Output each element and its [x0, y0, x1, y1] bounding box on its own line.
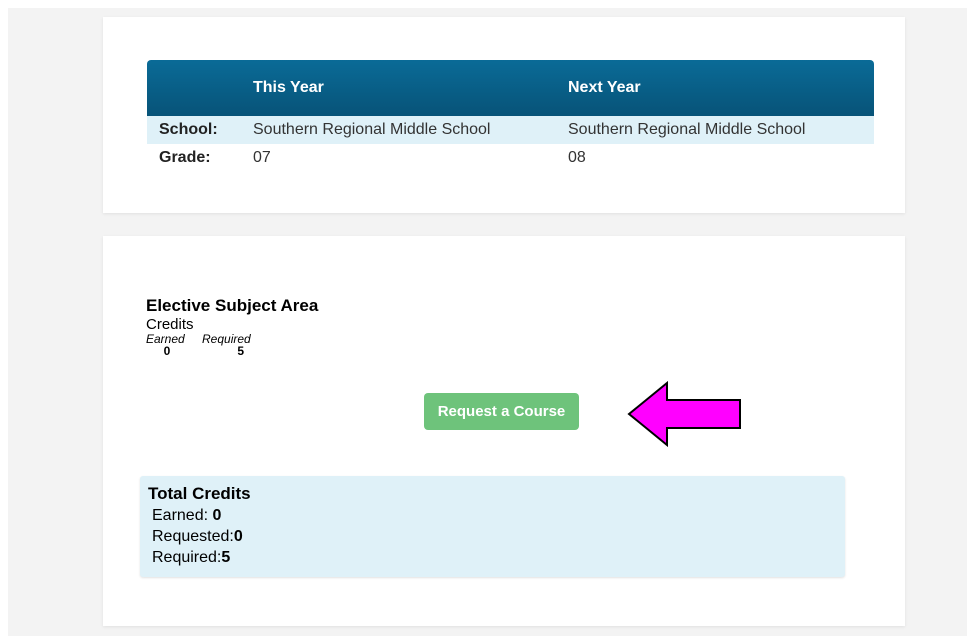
school-this-year: Southern Regional Middle School: [253, 121, 491, 138]
elective-section: Elective Subject Area Credits Earned Requ…: [146, 296, 318, 357]
table-header-row: This Year Next Year: [147, 60, 874, 116]
total-requested-value: 0: [233, 528, 243, 545]
total-required-value: 5: [221, 549, 231, 566]
earned-header: Earned: [146, 332, 185, 346]
earned-value: 0: [163, 344, 171, 358]
credits-card: Elective Subject Area Credits Earned Requ…: [103, 236, 905, 626]
total-earned-value: 0: [212, 507, 222, 524]
credits-label: Credits: [146, 316, 194, 333]
school-next-year: Southern Regional Middle School: [568, 121, 806, 138]
left-arrow-icon: [627, 381, 741, 447]
schedule-card: This Year Next Year School: Southern Reg…: [103, 17, 905, 213]
total-required-line: Required:5: [152, 549, 230, 567]
total-credits-panel: Total Credits Earned: 0 Requested:0 Requ…: [140, 476, 845, 577]
total-required-label: Required:: [152, 549, 222, 566]
row-label-school: School:: [159, 121, 218, 138]
grade-next-year: 08: [568, 149, 586, 166]
required-value: 5: [237, 344, 244, 358]
credit-headers: Earned Required: [146, 333, 318, 345]
total-earned-label: Earned:: [152, 507, 213, 524]
grade-this-year: 07: [253, 149, 271, 166]
total-earned-line: Earned: 0: [152, 507, 221, 525]
elective-title: Elective Subject Area: [146, 296, 319, 315]
total-requested-line: Requested:0: [152, 528, 243, 546]
credit-values: 05: [146, 345, 318, 357]
table-row-school: School: Southern Regional Middle School …: [147, 116, 874, 144]
total-requested-label: Requested:: [152, 528, 234, 545]
header-next-year: Next Year: [568, 79, 641, 96]
row-label-grade: Grade:: [159, 149, 211, 166]
header-this-year: This Year: [253, 79, 324, 96]
school-year-table: This Year Next Year School: Southern Reg…: [147, 60, 874, 172]
header-label-cell: [147, 60, 253, 116]
total-credits-title: Total Credits: [148, 484, 251, 503]
table-row-grade: Grade: 07 08: [147, 144, 874, 172]
request-course-button[interactable]: Request a Course: [424, 393, 579, 430]
